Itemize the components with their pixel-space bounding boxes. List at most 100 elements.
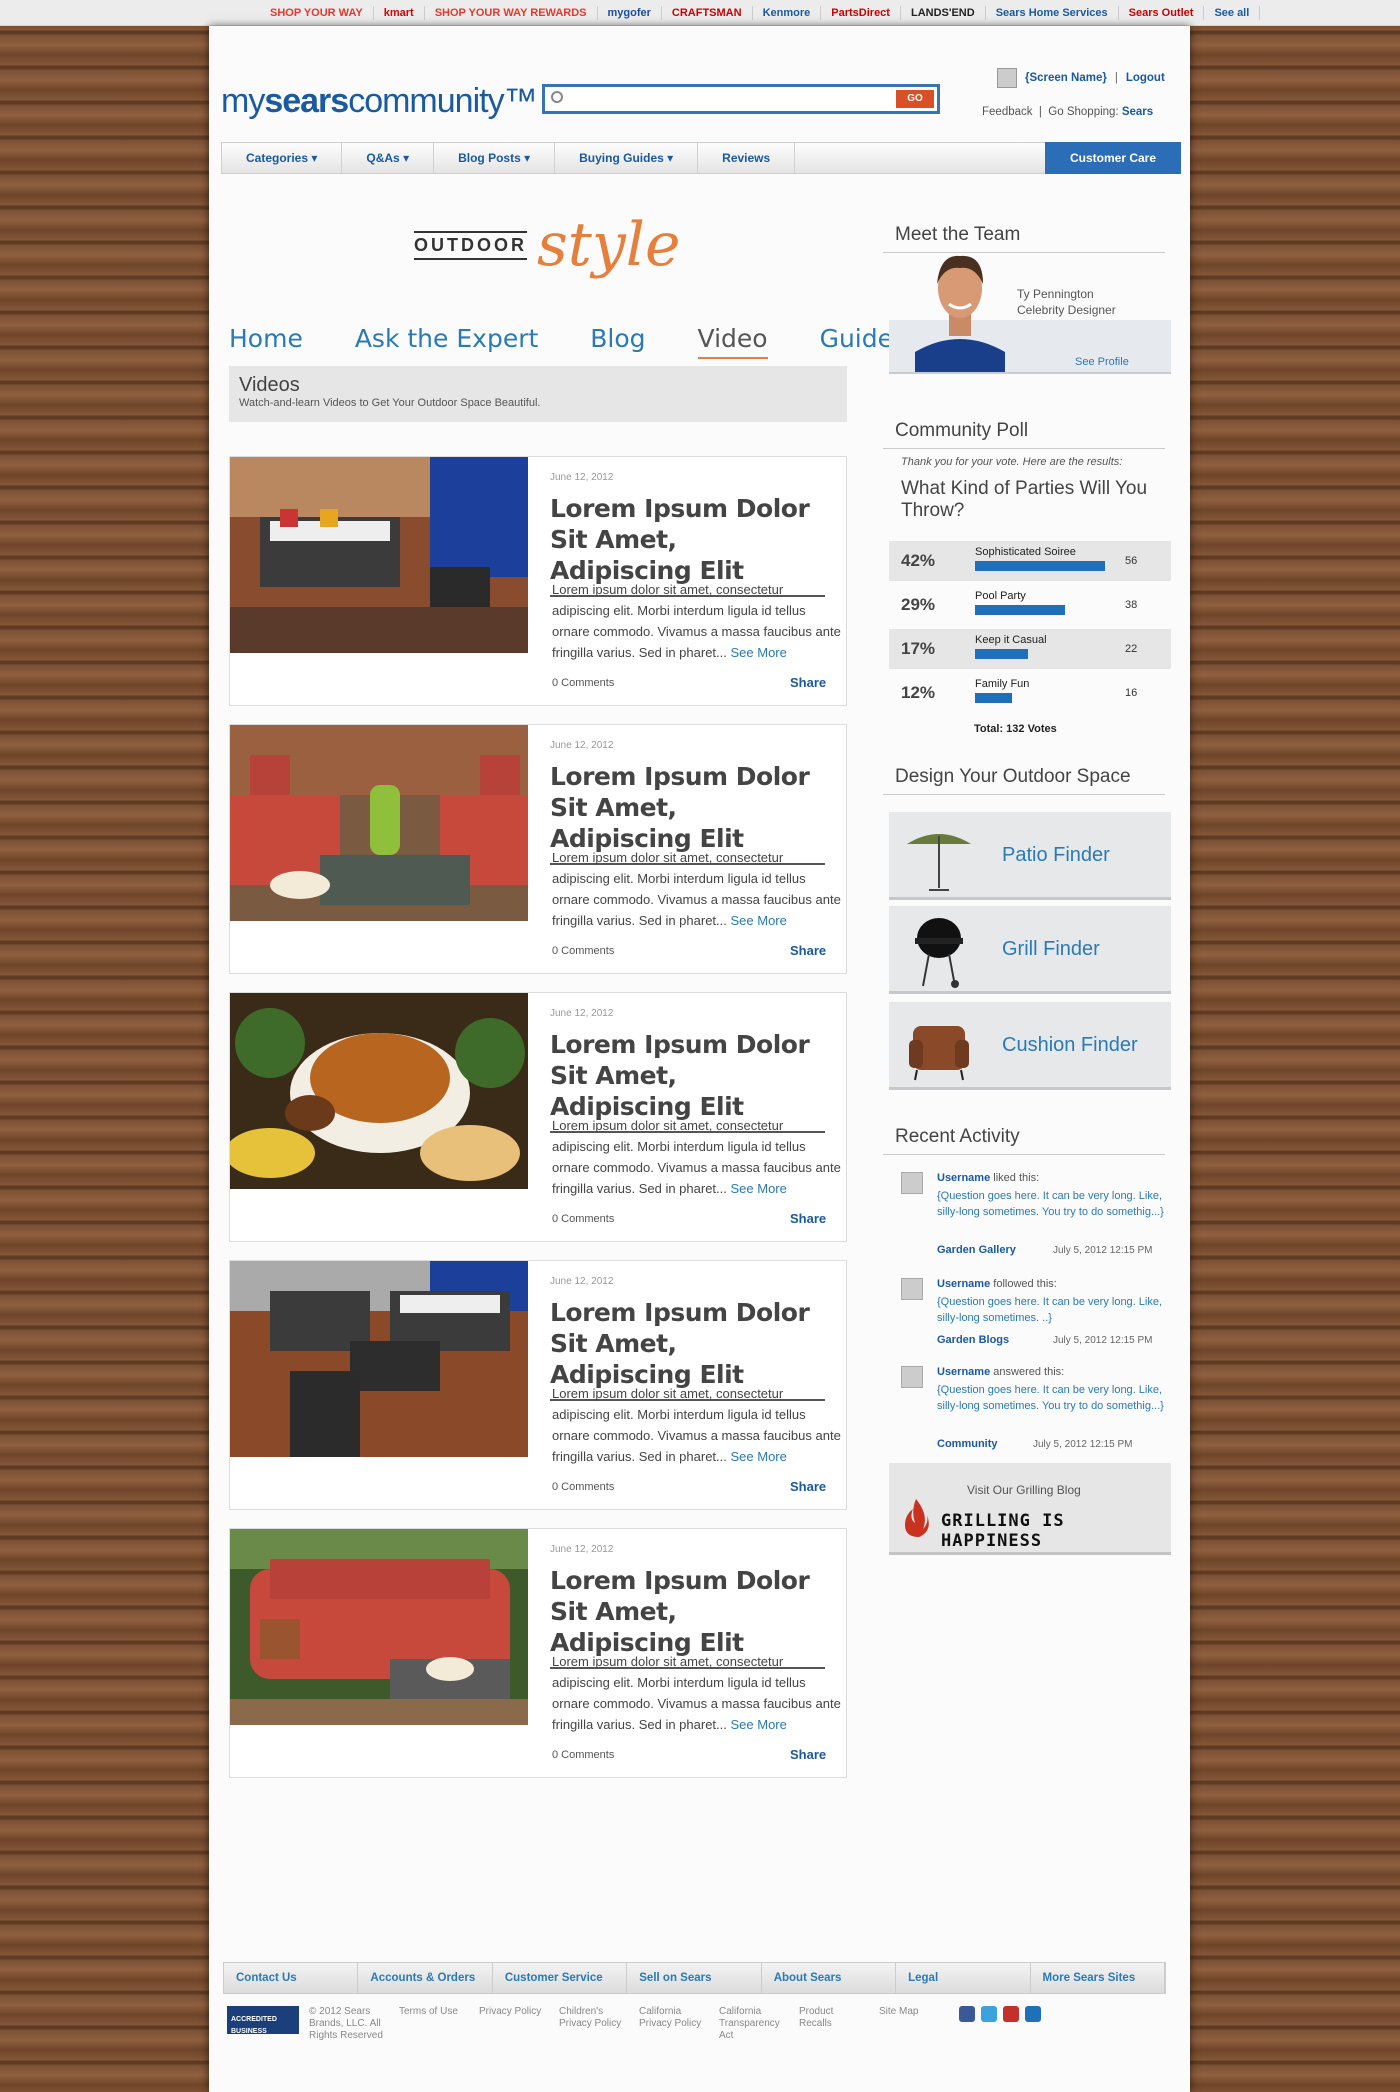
video-thumbnail[interactable] xyxy=(230,1261,528,1457)
footer-nav-link[interactable]: Accounts & Orders xyxy=(358,1963,493,1993)
activity-source-link[interactable]: Garden Blogs xyxy=(937,1334,1009,1346)
share-link[interactable]: Share xyxy=(790,1479,826,1494)
site-link[interactable]: Sears Outlet xyxy=(1119,6,1205,20)
finder-button[interactable]: Grill Finder xyxy=(889,906,1171,994)
see-more-link[interactable]: See More xyxy=(731,1181,787,1196)
go-button[interactable]: GO xyxy=(896,90,934,108)
footer-nav-link[interactable]: Contact Us xyxy=(224,1963,359,1993)
footer-nav-link[interactable]: Sell on Sears xyxy=(627,1963,762,1993)
ty-pennington-photo xyxy=(915,255,1005,372)
video-thumbnail[interactable] xyxy=(230,457,528,653)
poll-option-label: Pool Party xyxy=(975,590,1026,602)
bbb-badge[interactable]: ACCREDITED BUSINESS xyxy=(227,2006,299,2035)
mysears-community-logo[interactable]: mysearscommunity™ xyxy=(221,82,538,121)
activity-source-link[interactable]: Community xyxy=(937,1438,998,1450)
activity-question-link[interactable]: {Question goes here. It can be very long… xyxy=(937,1188,1169,1220)
nav-item[interactable]: Buying Guides ▾ xyxy=(555,143,699,173)
subnav-tab[interactable]: Video xyxy=(697,324,768,359)
poll-percent: 42% xyxy=(901,551,936,570)
poll-row: 42% Sophisticated Soiree 56 xyxy=(889,541,1171,581)
site-link[interactable]: kmart xyxy=(374,6,425,20)
footer-legal-link[interactable]: Product Recalls xyxy=(799,2006,869,2042)
footer-nav-link[interactable]: More Sears Sites xyxy=(1031,1963,1165,1993)
share-link[interactable]: Share xyxy=(790,675,826,690)
footer-legal-link[interactable]: Privacy Policy xyxy=(479,2006,549,2042)
flame-icon xyxy=(905,1499,929,1537)
site-link[interactable]: mygofer xyxy=(598,6,662,20)
activity-question-link[interactable]: {Question goes here. It can be very long… xyxy=(937,1382,1169,1414)
comments-count[interactable]: 0 Comments xyxy=(552,1749,614,1761)
screen-name-link[interactable]: {Screen Name} xyxy=(1025,72,1107,84)
grill-icon xyxy=(899,910,979,995)
feedback-link[interactable]: Feedback xyxy=(982,106,1033,118)
activity-verb: followed this: xyxy=(993,1278,1057,1290)
nav-item[interactable]: Categories ▾ xyxy=(222,143,343,173)
activity-source-link[interactable]: Garden Gallery xyxy=(937,1244,1016,1256)
search-input[interactable] xyxy=(569,89,889,109)
activity-timestamp: July 5, 2012 12:15 PM xyxy=(1053,1335,1153,1346)
style-wordmark: style xyxy=(537,210,681,280)
comments-count[interactable]: 0 Comments xyxy=(552,945,614,957)
activity-item: Username answered this: {Question goes he… xyxy=(901,1366,1171,1456)
username-link[interactable]: Username xyxy=(937,1172,990,1184)
share-link[interactable]: Share xyxy=(790,1211,826,1226)
footer-legal-link[interactable]: Terms of Use xyxy=(399,2006,469,2042)
footer-legal-link[interactable]: California Transparency Act xyxy=(719,2006,789,2042)
site-link[interactable]: SHOP YOUR WAY REWARDS xyxy=(425,6,598,20)
facebook-icon[interactable] xyxy=(959,2006,975,2022)
search-box[interactable]: GO xyxy=(542,84,940,114)
username-link[interactable]: Username xyxy=(937,1278,990,1290)
footer-legal: ACCREDITED BUSINESS © 2012 Sears Brands,… xyxy=(227,2006,1127,2042)
site-link[interactable]: Sears Home Services xyxy=(986,6,1119,20)
video-card: June 12, 2012 Lorem Ipsum Dolor Sit Amet,… xyxy=(229,1260,847,1510)
site-link[interactable]: SHOP YOUR WAY xyxy=(260,6,374,20)
see-more-link[interactable]: See More xyxy=(731,1449,787,1464)
sears-social-icon[interactable] xyxy=(1025,2006,1041,2022)
summary-text: Lorem ipsum dolor sit amet, consectetur … xyxy=(552,1654,841,1732)
youtube-icon[interactable] xyxy=(1003,2006,1019,2022)
comments-count[interactable]: 0 Comments xyxy=(552,1213,614,1225)
subnav-tab[interactable]: Ask the Expert xyxy=(355,324,538,359)
username-link[interactable]: Username xyxy=(937,1366,990,1378)
comments-count[interactable]: 0 Comments xyxy=(552,677,614,689)
activity-question-link[interactable]: {Question goes here. It can be very long… xyxy=(937,1294,1169,1326)
logout-link[interactable]: Logout xyxy=(1126,72,1165,84)
see-profile-link[interactable]: See Profile xyxy=(1075,356,1129,368)
video-thumbnail[interactable] xyxy=(230,1529,528,1725)
comments-count[interactable]: 0 Comments xyxy=(552,1481,614,1493)
site-link[interactable]: CRAFTSMAN xyxy=(662,6,753,20)
video-thumbnail[interactable] xyxy=(230,725,528,921)
footer-nav-link[interactable]: About Sears xyxy=(762,1963,897,1993)
share-link[interactable]: Share xyxy=(790,1747,826,1762)
site-link[interactable]: LANDS'END xyxy=(901,6,986,20)
finder-label: Grill Finder xyxy=(1002,938,1100,960)
team-profile: Ty Pennington Celebrity Designer See Pro… xyxy=(889,232,1171,392)
finder-button[interactable]: Cushion Finder xyxy=(889,1002,1171,1090)
site-link[interactable]: PartsDirect xyxy=(821,6,901,20)
share-link[interactable]: Share xyxy=(790,943,826,958)
customer-care-button[interactable]: Customer Care xyxy=(1045,142,1181,174)
video-thumbnail[interactable] xyxy=(230,993,528,1189)
poll-count: 22 xyxy=(1125,643,1138,655)
poll-bar xyxy=(975,649,1028,659)
nav-item[interactable]: Reviews xyxy=(698,143,796,173)
subnav-tab[interactable]: Home xyxy=(229,324,303,359)
see-more-link[interactable]: See More xyxy=(731,913,787,928)
footer-nav-link[interactable]: Legal xyxy=(896,1963,1031,1993)
see-more-link[interactable]: See More xyxy=(731,645,787,660)
footer-legal-link[interactable]: Children's Privacy Policy xyxy=(559,2006,629,2042)
finder-button[interactable]: Patio Finder xyxy=(889,812,1171,900)
grilling-blog-banner[interactable]: Visit Our Grilling Blog GRILLING IS HAPP… xyxy=(889,1463,1171,1555)
nav-item[interactable]: Blog Posts ▾ xyxy=(434,143,556,173)
footer-legal-link[interactable]: California Privacy Policy xyxy=(639,2006,709,2042)
see-more-link[interactable]: See More xyxy=(731,1717,787,1732)
site-link[interactable]: Kenmore xyxy=(753,6,822,20)
poll-percent: 17% xyxy=(901,639,936,658)
footer-nav-link[interactable]: Customer Service xyxy=(493,1963,628,1993)
site-link[interactable]: See all xyxy=(1204,6,1261,20)
subnav-tab[interactable]: Blog xyxy=(590,324,645,359)
twitter-icon[interactable] xyxy=(981,2006,997,2022)
footer-legal-link[interactable]: Site Map xyxy=(879,2006,949,2042)
nav-item[interactable]: Q&As ▾ xyxy=(342,143,435,173)
sears-link[interactable]: Sears xyxy=(1122,106,1153,118)
